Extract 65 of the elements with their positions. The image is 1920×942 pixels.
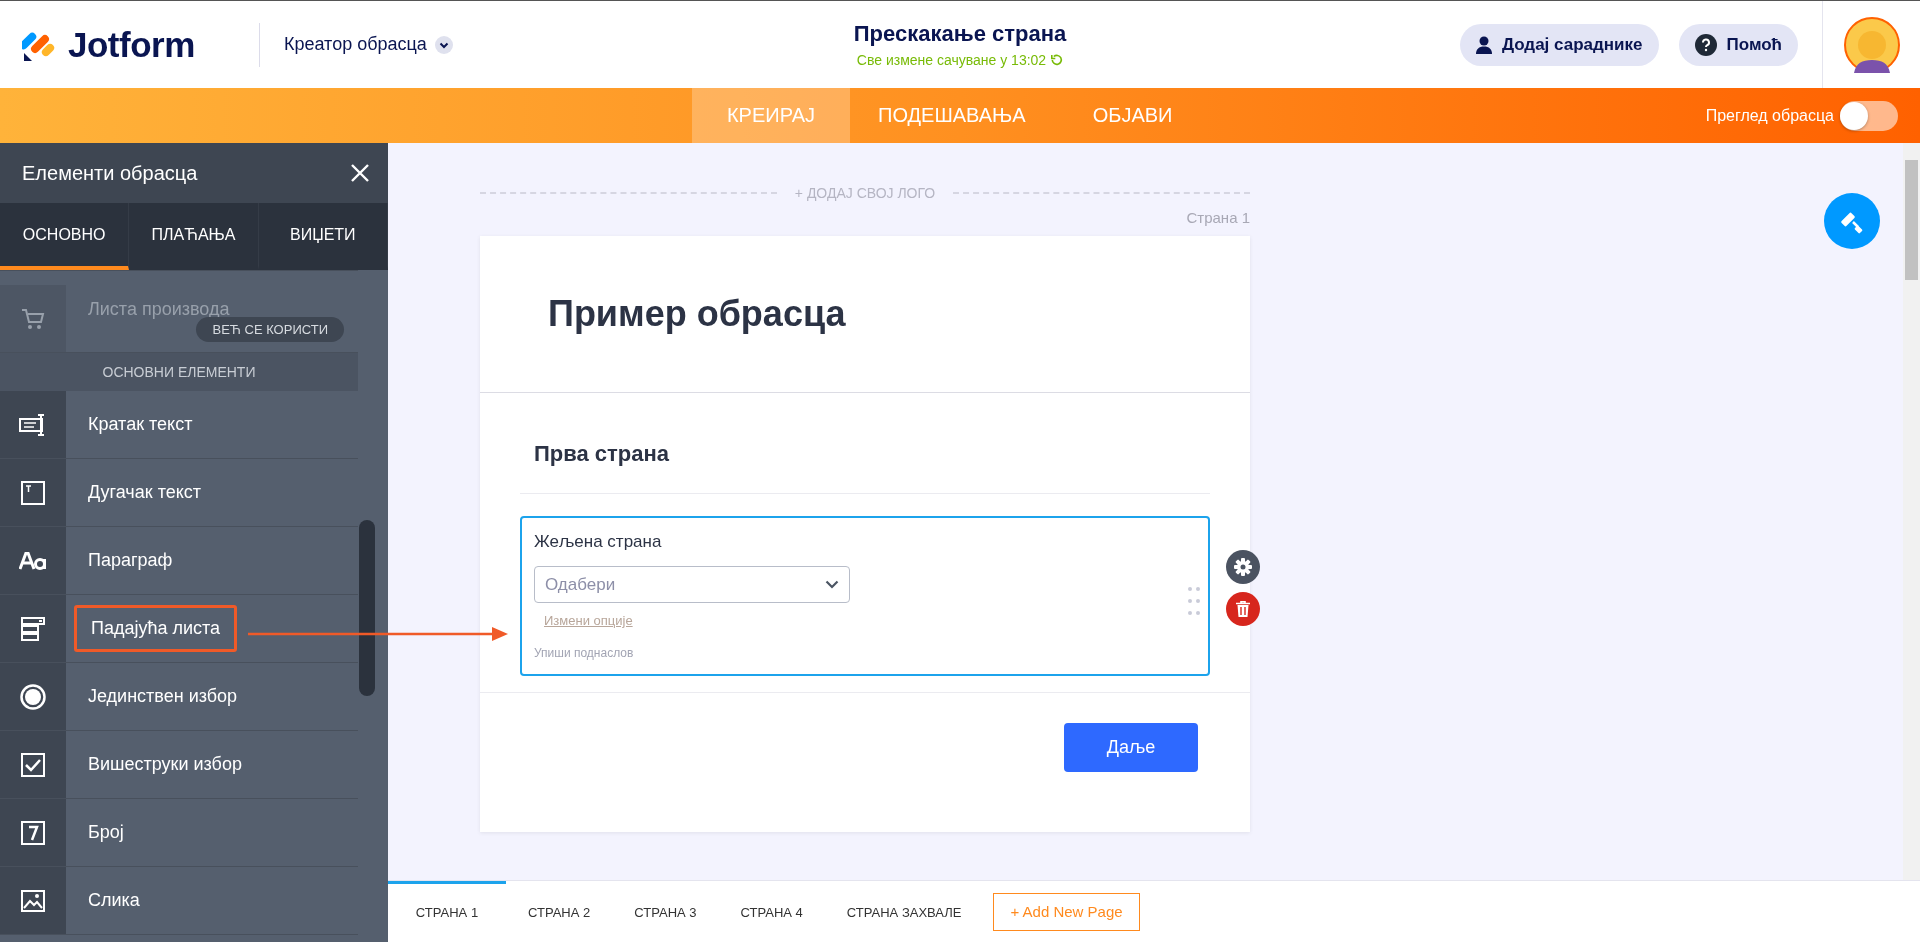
element-label: Слика [88,889,140,912]
cart-icon [21,307,45,330]
close-icon [350,163,370,183]
form-title: Пример обрасца [548,293,846,335]
question-label: Жељена страна [534,532,662,552]
radio-icon [20,683,46,710]
element-label: Дугачак текст [88,481,201,504]
brand-name: Jotform [68,24,195,65]
preview-toggle[interactable] [1840,100,1898,131]
element-item[interactable]: Падајућа листа [0,595,358,663]
element-label: Број [88,821,124,844]
element-item[interactable]: Слика [0,867,358,935]
builder-menu[interactable]: Креатор обрасца [284,34,453,55]
element-label: Кратак текст [88,413,193,436]
element-label: Параграф [88,549,173,572]
element-item[interactable]: Јединствен избор [0,663,358,731]
panel-tab[interactable]: ПЛАЋАЊА [129,203,259,270]
page-tab[interactable]: СТРАНА ЗАХВАЛЕ [824,880,984,942]
image-icon [21,889,45,912]
chevron-down-icon [434,35,453,54]
highlighted-label: Падајућа листа [74,605,238,652]
element-label: Вишеструки избор [88,753,242,776]
panel-title: Елементи обрасца [22,161,198,185]
help-icon [1694,33,1717,56]
text-field-icon [19,413,47,436]
scrollbar-thumb[interactable] [359,520,375,696]
panel-tab[interactable]: ОСНОВНО [0,203,130,270]
add-collaborators-button[interactable]: Додај сараднике [1459,23,1659,66]
form-name: Прескакање страна [853,21,1067,47]
delete-button[interactable] [1226,592,1260,626]
page-tab[interactable]: СТРАНА 3 [612,880,719,942]
element-item[interactable]: Број [0,799,358,867]
settings-button[interactable] [1226,550,1260,584]
designer-button[interactable] [1824,193,1880,249]
settings-icon [1234,558,1252,576]
help-button[interactable]: Помоћ [1678,23,1798,66]
dropdown-icon [21,616,45,641]
page-tab[interactable]: СТРАНА 4 [718,880,825,942]
text-area-icon [21,480,45,505]
page-label: Страна 1 [1186,209,1250,226]
element-item[interactable]: Кратак текст [0,391,358,459]
letters-icon [19,551,47,570]
element-item[interactable]: Вишеструки избор [0,731,358,799]
panel-tab[interactable]: ВИЏЕТИ [258,203,388,270]
page-tab[interactable]: СТРАНА 1 [388,880,506,942]
close-button[interactable] [350,163,370,183]
element-item[interactable]: Параграф [0,527,358,595]
user-icon [1475,35,1492,54]
scrollbar[interactable] [1903,143,1920,880]
drag-handle-icon[interactable] [1188,586,1200,616]
refresh-icon [1051,54,1064,66]
section-title: Прва страна [534,441,670,466]
trash-icon [1236,601,1250,617]
element-label: Јединствен избор [88,685,238,708]
in-use-badge: ВЕЋ СЕ КОРИСТИ [196,317,344,342]
checkbox-icon [21,752,45,777]
avatar[interactable] [1843,16,1900,73]
chevron-down-icon [825,580,839,589]
save-status: Све измене сачуване у 13:02 [856,52,1047,68]
page-tab[interactable]: СТРАНА 2 [506,880,613,942]
preview-label: Преглед обрасца [1705,106,1834,125]
number-icon [21,820,45,845]
element-item[interactable]: Дугачак текст [0,459,358,527]
section-heading: ОСНОВНИ ЕЛЕМЕНТИ [0,353,358,391]
next-button[interactable]: Даље [1064,723,1198,772]
